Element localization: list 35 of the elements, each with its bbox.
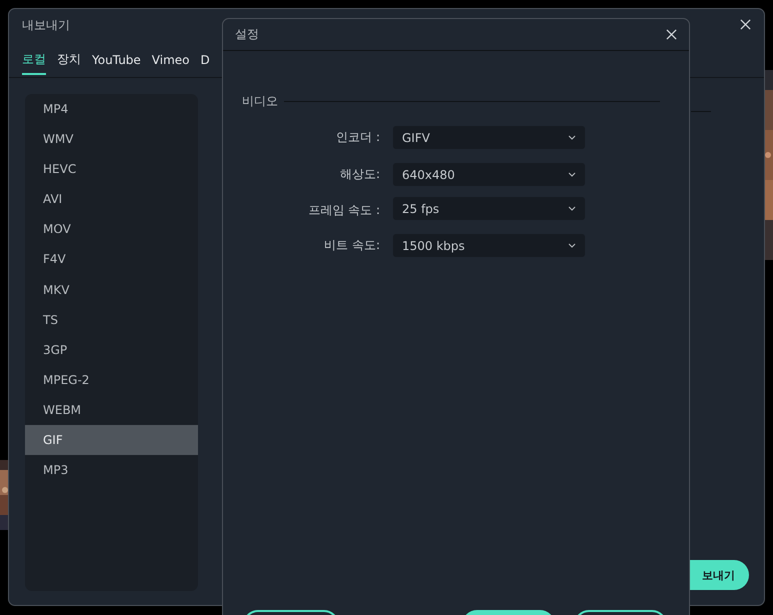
- dropdown[interactable]: 1500 kbps: [393, 234, 585, 257]
- section-title: 비디오: [242, 93, 278, 110]
- dropdown[interactable]: GIFV: [393, 126, 585, 149]
- format-item[interactable]: WMV: [25, 124, 198, 154]
- format-item[interactable]: MOV: [25, 214, 198, 244]
- tab[interactable]: D: [200, 51, 210, 75]
- field-label: 프레임 속도 :: [307, 202, 380, 218]
- format-item[interactable]: MP3: [25, 455, 198, 486]
- tab[interactable]: Vimeo: [152, 51, 190, 75]
- chevron-down-icon: [568, 172, 576, 177]
- tab[interactable]: YouTube: [92, 51, 141, 75]
- dropdown[interactable]: 640x480: [393, 163, 585, 186]
- format-item[interactable]: MKV: [25, 274, 198, 305]
- field-label: 비트 속도:: [323, 237, 380, 254]
- dialog-title: 설정: [235, 26, 259, 43]
- field-label: 인코더 :: [335, 129, 380, 146]
- window-title: 내보내기: [22, 17, 70, 34]
- format-item[interactable]: AVI: [25, 184, 198, 214]
- chevron-down-icon: [568, 206, 576, 211]
- dropdown[interactable]: 25 fps: [393, 197, 585, 220]
- format-item[interactable]: WEBM: [25, 394, 198, 426]
- chevron-down-icon: [568, 135, 576, 140]
- format-item[interactable]: 3GP: [25, 334, 198, 365]
- close-icon[interactable]: [666, 29, 677, 40]
- format-item[interactable]: GIF: [25, 425, 198, 456]
- format-item[interactable]: MPEG-2: [25, 364, 198, 395]
- format-item[interactable]: TS: [25, 304, 198, 335]
- format-item[interactable]: MP4: [25, 94, 198, 124]
- tab[interactable]: 장치: [57, 51, 81, 75]
- close-icon[interactable]: [740, 19, 751, 30]
- tab[interactable]: 로컬: [22, 51, 46, 75]
- chevron-down-icon: [568, 243, 576, 248]
- field-label: 해상도:: [338, 166, 380, 183]
- format-item[interactable]: F4V: [25, 244, 198, 275]
- format-item[interactable]: HEVC: [25, 154, 198, 184]
